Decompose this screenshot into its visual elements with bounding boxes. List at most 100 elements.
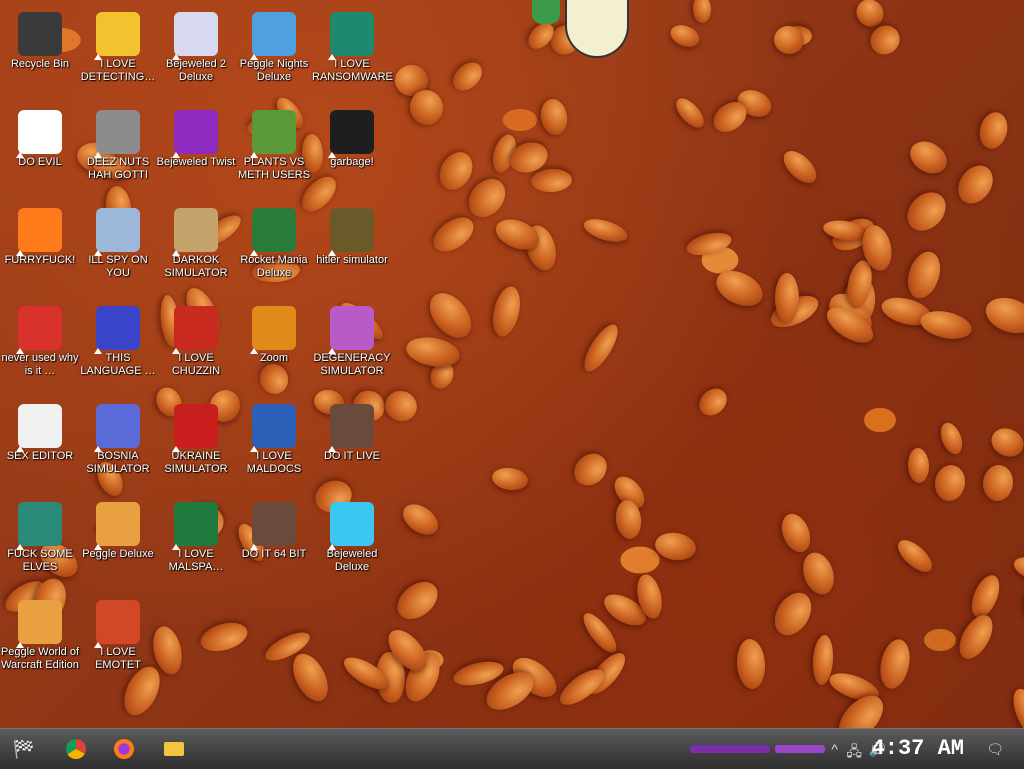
bean-shape: [775, 273, 799, 323]
desktop-icon[interactable]: Peggle Deluxe: [78, 498, 158, 561]
bean-shape: [951, 158, 1000, 211]
desktop-icon[interactable]: Peggle Nights Deluxe: [234, 8, 314, 84]
desktop-icon-label: DO IT 64 BIT: [241, 548, 307, 560]
taskbar-clock[interactable]: 4:37 AM: [872, 736, 964, 761]
bean-shape: [902, 247, 946, 303]
desktop-icon[interactable]: UKRAINE SIMULATOR: [156, 400, 236, 476]
chrome-icon: [66, 739, 86, 759]
peggle-nights-icon: [250, 12, 296, 60]
powerpoint-icon: [94, 600, 140, 648]
bean-shape: [975, 109, 1012, 152]
desktop-icon-label: Peggle Deluxe: [82, 548, 154, 560]
shortcut-arrow-icon: [328, 250, 336, 256]
desktop-icon[interactable]: DO IT LIVE: [312, 400, 392, 463]
network-icon[interactable]: 🖧: [846, 741, 862, 765]
desktop-icon[interactable]: hitler simulator: [312, 204, 392, 267]
desktop-icon[interactable]: Peggle World of Warcraft Edition: [0, 596, 80, 672]
radiation-icon: [172, 404, 218, 452]
taskbar-chrome-button[interactable]: [60, 735, 92, 763]
excel-icon: [172, 502, 218, 550]
desktop-icon[interactable]: never used why is it …: [0, 302, 80, 378]
peggle-wow-icon: [16, 600, 62, 648]
bean-shape: [904, 135, 953, 180]
shortcut-arrow-icon: [172, 54, 180, 60]
desktop-icon[interactable]: DARKOK SIMULATOR: [156, 204, 236, 280]
shortcut-arrow-icon: [328, 544, 336, 550]
desktop-icon[interactable]: PLANTS VS METH USERS: [234, 106, 314, 182]
desktop-icon[interactable]: garbage!: [312, 106, 392, 169]
santa-icon: [16, 502, 62, 550]
taskbar-explorer-button[interactable]: [158, 735, 190, 763]
desktop-icon-label: DARKOK SIMULATOR: [164, 254, 228, 279]
shortcut-arrow-icon: [172, 348, 180, 354]
desktop-icon-label: I LOVE MALDOCS: [246, 450, 302, 475]
bean-shape: [767, 586, 819, 642]
desktop-icon-label: hitler simulator: [316, 254, 388, 266]
desktop-icon[interactable]: Recycle Bin: [0, 8, 80, 71]
desktop-icon[interactable]: I LOVE MALDOCS: [234, 400, 314, 476]
desktop-icon-label: PLANTS VS METH USERS: [237, 156, 311, 181]
bean-shape: [427, 210, 480, 259]
desktop-icon[interactable]: I LOVE CHUZZIN: [156, 302, 236, 378]
windows-stack-icon: [94, 110, 140, 158]
desktop-icon[interactable]: I LOVE EMOTET: [78, 596, 158, 672]
shortcut-arrow-icon: [172, 152, 180, 158]
shortcut-arrow-icon: [94, 250, 102, 256]
desktop-icon[interactable]: FURRYFUCK!: [0, 204, 80, 267]
desktop-icon-label: THIS LANGUAGE …: [80, 352, 156, 377]
desktop-icon[interactable]: I LOVE MALSPA…: [156, 498, 236, 574]
shortcut-arrow-icon: [328, 446, 336, 452]
desktop-icon[interactable]: THIS LANGUAGE …: [78, 302, 158, 378]
hxd-icon: [16, 404, 62, 452]
shortcut-arrow-icon: [250, 544, 258, 550]
shortcut-arrow-icon: [172, 250, 180, 256]
bean-shape: [710, 264, 769, 313]
firefox-icon: [114, 739, 134, 759]
notifications-icon[interactable]: 🗨: [986, 741, 1004, 758]
bean-shape: [530, 167, 573, 194]
bean-shape: [986, 423, 1024, 462]
desktop-icon[interactable]: Rocket Mania Deluxe: [234, 204, 314, 280]
shortcut-arrow-icon: [94, 348, 102, 354]
desktop-icon[interactable]: I LOVE DETECTING…: [78, 8, 158, 84]
chuzzle-icon: [172, 306, 218, 354]
bean-shape: [735, 638, 767, 690]
desktop-icon[interactable]: DEEZ NUTS HAH GOTTI: [78, 106, 158, 182]
bean-shape: [981, 291, 1024, 340]
chrome-icon: [16, 110, 62, 158]
desktop-icon[interactable]: DEGENERACY SIMULATOR: [312, 302, 392, 378]
desktop-icon[interactable]: SEX EDITOR: [0, 400, 80, 463]
money-bag-icon: [172, 208, 218, 256]
desktop-icon[interactable]: Bejeweled 2 Deluxe: [156, 8, 236, 84]
shortcut-arrow-icon: [16, 446, 24, 452]
bean-shape: [899, 184, 954, 239]
desktop-icon[interactable]: DO EVIL: [0, 106, 80, 169]
desktop-icon[interactable]: FUCK SOME ELVES: [0, 498, 80, 574]
bean-shape: [581, 214, 630, 247]
desktop-icon-label: Recycle Bin: [10, 58, 70, 70]
paradox-logo-icon: [328, 306, 374, 354]
tray-chevron-icon[interactable]: ^: [831, 741, 838, 757]
desktop-icon[interactable]: Zoom: [234, 302, 314, 365]
desktop-icon[interactable]: Bejeweled Twist: [156, 106, 236, 169]
desktop-icon[interactable]: BOSNIA SIMULATOR: [78, 400, 158, 476]
recycle-bin-icon: [18, 12, 62, 56]
shortcut-arrow-icon: [172, 446, 180, 452]
shortcut-arrow-icon: [94, 54, 102, 60]
bean-shape: [1016, 573, 1024, 628]
bean-shape: [1010, 552, 1024, 587]
desktop-icon-label: BOSNIA SIMULATOR: [86, 450, 150, 475]
desktop-icon[interactable]: DO IT 64 BIT: [234, 498, 314, 561]
bean-shape: [433, 146, 479, 196]
bean-shape: [538, 97, 570, 137]
desktop-icon[interactable]: ILL SPY ON YOU: [78, 204, 158, 280]
desktop-icon[interactable]: Bejeweled Deluxe: [312, 498, 392, 574]
desktop-icon[interactable]: I LOVE RANSOMWARE: [312, 8, 393, 84]
bean-shape: [447, 56, 488, 97]
bejeweled-twist-icon: [172, 110, 218, 158]
taskbar-firefox-button[interactable]: [108, 735, 140, 763]
shortcut-arrow-icon: [16, 348, 24, 354]
bean-shape: [932, 462, 968, 504]
start-button[interactable]: 🏁: [8, 735, 40, 763]
shortcut-arrow-icon: [172, 544, 180, 550]
